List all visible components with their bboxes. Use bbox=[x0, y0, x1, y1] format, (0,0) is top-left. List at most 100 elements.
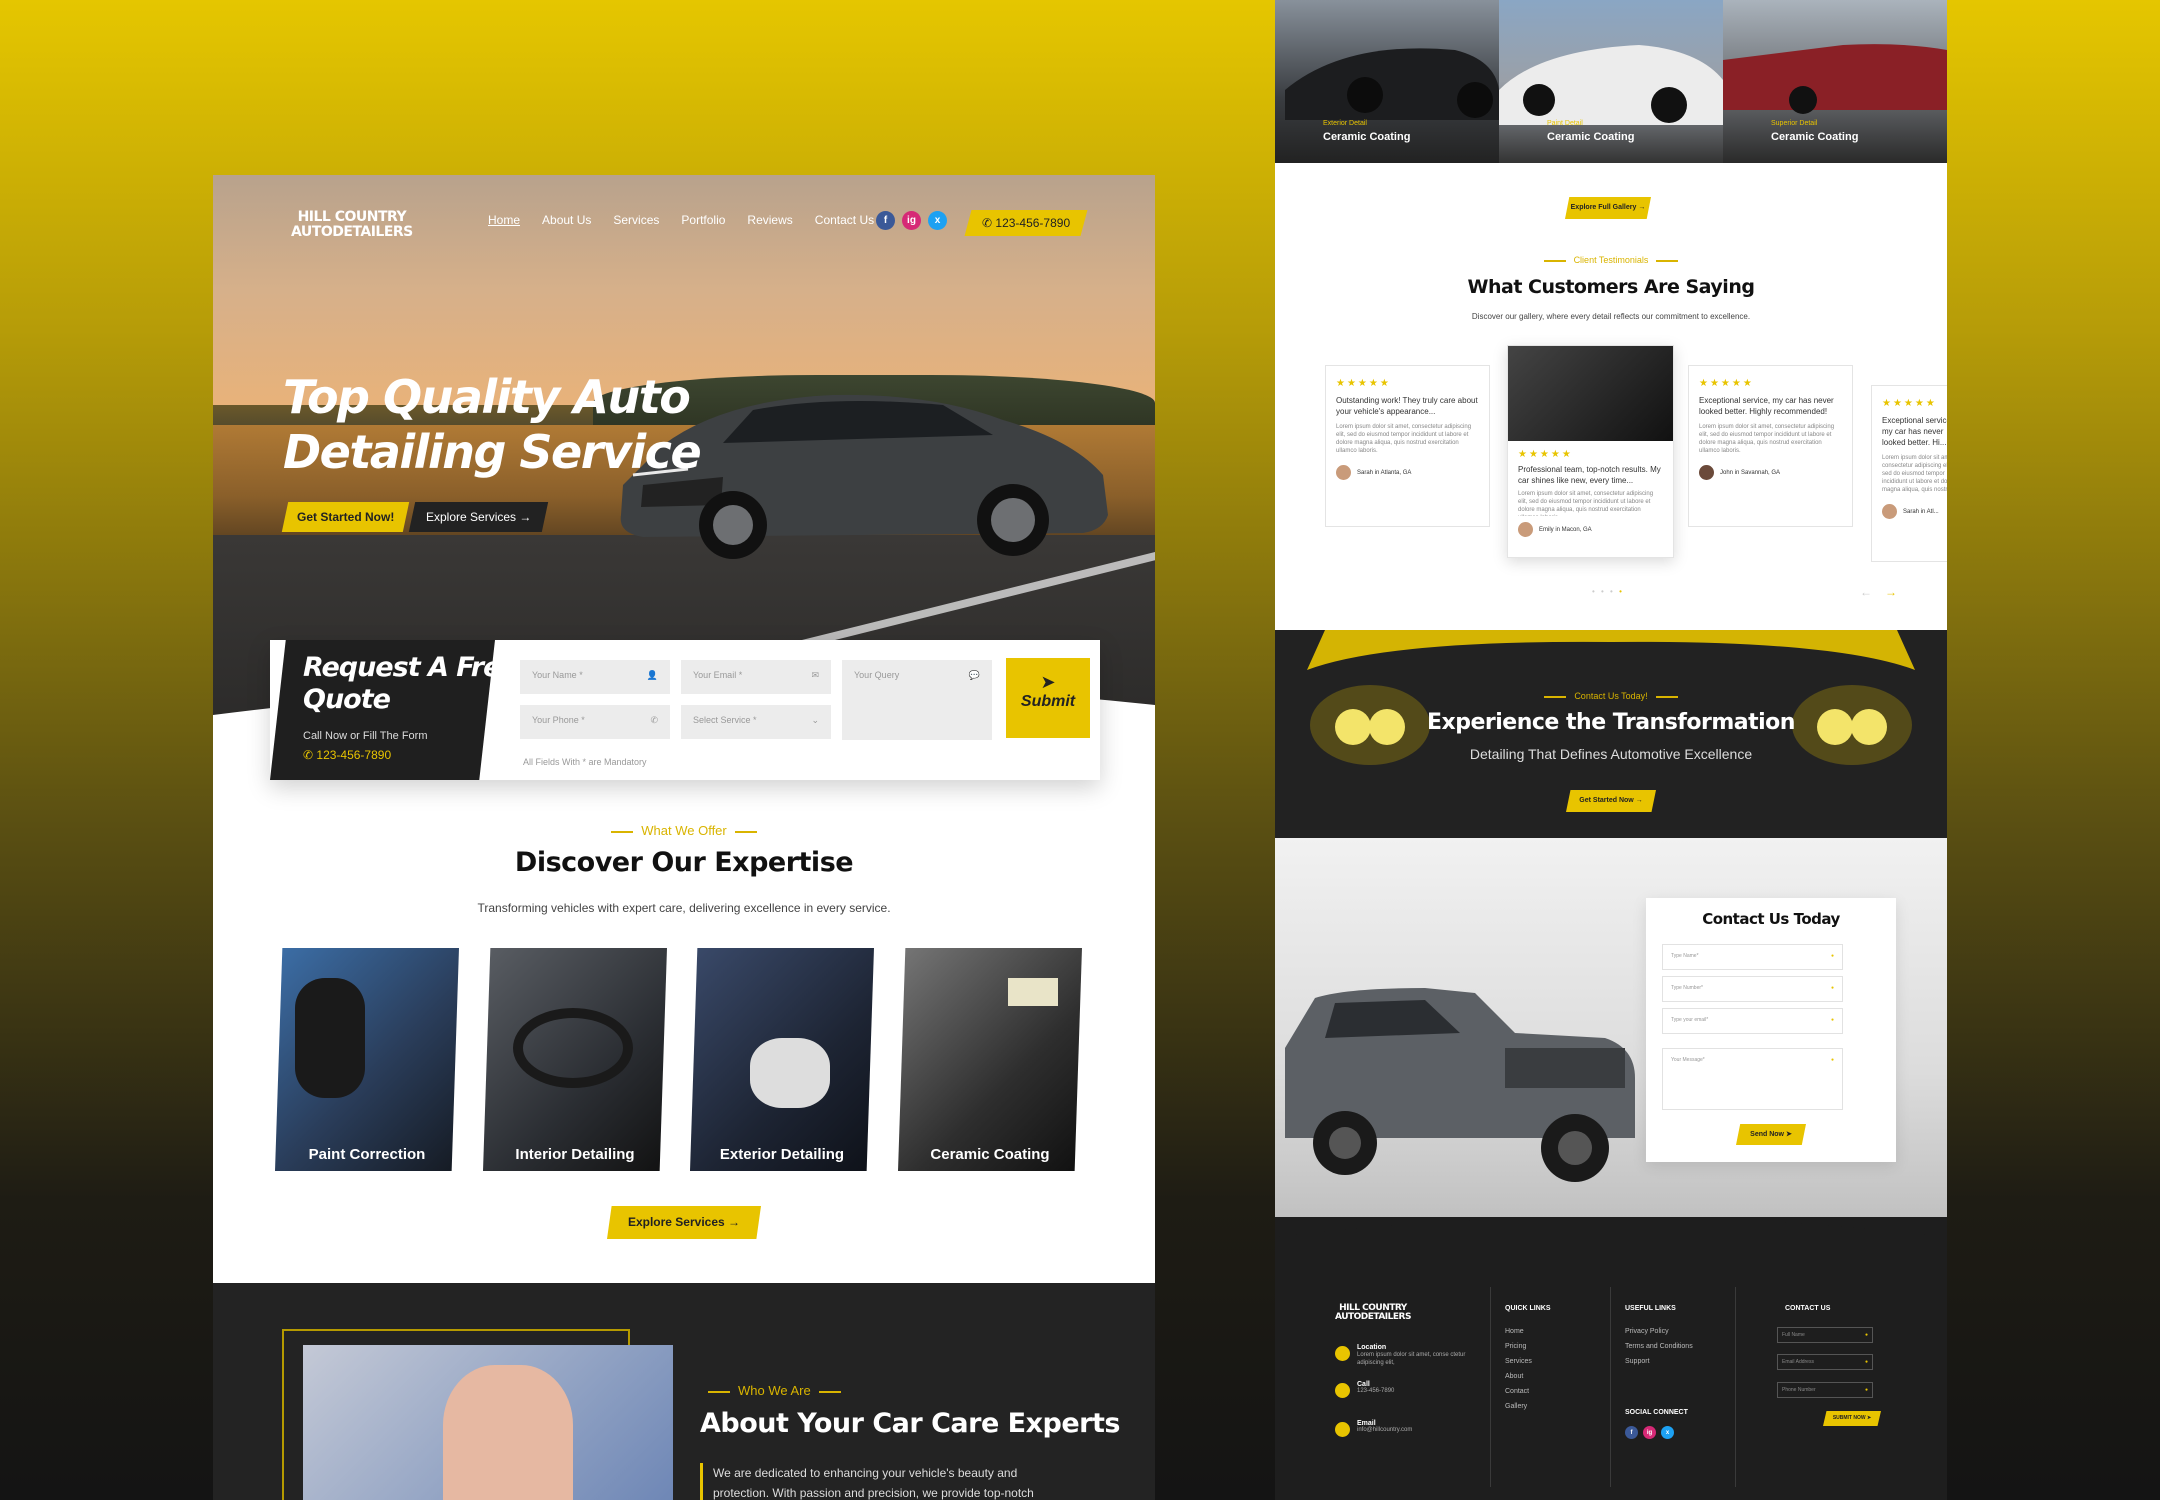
footer-link-privacy[interactable]: Privacy Policy bbox=[1625, 1324, 1693, 1339]
carousel-prev-icon[interactable]: ← bbox=[1860, 585, 1872, 599]
user-icon: ● bbox=[1830, 953, 1834, 959]
footer-link-services[interactable]: Services bbox=[1505, 1354, 1551, 1369]
explore-services-label: Explore Services bbox=[426, 510, 517, 524]
gallery-tag: Exterior Detail bbox=[1323, 120, 1367, 127]
footer-submit-button[interactable]: SUBMIT NOW ➤ bbox=[1823, 1411, 1881, 1426]
contact-email-input[interactable]: Type your email* ● bbox=[1662, 1008, 1843, 1034]
contact-title: Contact Us Today bbox=[1702, 910, 1840, 928]
services-title: Discover Our Expertise bbox=[514, 847, 854, 878]
mail-icon bbox=[1335, 1422, 1350, 1437]
footer-link-terms[interactable]: Terms and Conditions bbox=[1625, 1339, 1693, 1354]
gallery-title: Ceramic Coating bbox=[1771, 131, 1859, 143]
nav-about[interactable]: About Us bbox=[542, 213, 591, 227]
contact-message-input[interactable]: Your Message* ● bbox=[1662, 1048, 1843, 1110]
name-placeholder: Your Name * bbox=[532, 670, 583, 680]
gallery-item-3[interactable]: Superior Detail Ceramic Coating bbox=[1723, 0, 1947, 163]
instagram-icon[interactable]: ig bbox=[1643, 1426, 1656, 1439]
quote-submit-button[interactable]: ➤ Submit bbox=[1006, 658, 1090, 738]
service-card-ceramic-coating[interactable]: Ceramic Coating bbox=[898, 948, 1082, 1171]
footer-link-gallery[interactable]: Gallery bbox=[1505, 1399, 1551, 1414]
nav-home[interactable]: Home bbox=[488, 213, 520, 227]
footer-divider bbox=[1490, 1287, 1491, 1487]
gallery-tag: Paint Detail bbox=[1547, 120, 1583, 127]
service-card-label: Ceramic Coating bbox=[930, 1146, 1050, 1163]
send-now-button[interactable]: Send Now ➤ bbox=[1736, 1124, 1806, 1145]
facebook-icon[interactable]: f bbox=[876, 211, 895, 230]
email-text[interactable]: info@hillcountry.com bbox=[1357, 1427, 1412, 1433]
useful-links-title: USEFUL LINKS bbox=[1625, 1305, 1676, 1312]
brand-logo[interactable]: HILL COUNTRY AUTODETAILERS bbox=[291, 210, 413, 239]
location-label: Location bbox=[1357, 1344, 1387, 1351]
gray-pickup-truck-image bbox=[1285, 988, 1635, 1182]
contact-name-input[interactable]: Type Name* ● bbox=[1662, 944, 1843, 970]
services-eyebrow: What We Offer bbox=[213, 823, 1155, 838]
service-card-paint-correction[interactable]: Paint Correction bbox=[275, 948, 459, 1171]
rating-stars: ★★★★★ bbox=[1882, 398, 1937, 409]
testimonial-body: Lorem ipsum dolor sit amet, consectetur … bbox=[1882, 455, 1947, 493]
gallery-item-2[interactable]: Paint Detail Ceramic Coating bbox=[1499, 0, 1723, 163]
service-card-exterior-detailing[interactable]: Exterior Detailing bbox=[690, 948, 874, 1171]
footer-link-contact[interactable]: Contact bbox=[1505, 1384, 1551, 1399]
footer-email-input[interactable]: Email Address ● bbox=[1777, 1354, 1873, 1370]
quote-title-line1: Request A Free bbox=[303, 652, 519, 683]
quote-phone-input[interactable]: Your Phone * ✆ bbox=[520, 705, 670, 739]
testimonial-author: John in Savannah, GA bbox=[1720, 470, 1781, 477]
service-card-interior-detailing[interactable]: Interior Detailing bbox=[483, 948, 667, 1171]
quote-title: Request A Free Quote bbox=[303, 652, 519, 716]
explore-gallery-button[interactable]: Explore Full Gallery → bbox=[1565, 197, 1651, 219]
footer-link-home[interactable]: Home bbox=[1505, 1324, 1551, 1339]
instagram-icon[interactable]: ig bbox=[902, 211, 921, 230]
explore-services-button[interactable]: Explore Services → bbox=[607, 1206, 761, 1239]
footer-phone-input[interactable]: Phone Number ● bbox=[1777, 1382, 1873, 1398]
phone-icon: ✆ bbox=[650, 715, 658, 725]
phone-icon: ● bbox=[1864, 1387, 1868, 1393]
email-placeholder: Type your email* bbox=[1671, 1017, 1709, 1023]
email-address-placeholder: Email Address bbox=[1782, 1359, 1814, 1365]
phone-placeholder: Your Phone * bbox=[532, 715, 585, 725]
service-placeholder: Select Service * bbox=[693, 715, 757, 725]
cta-band: Contact Us Today! Experience the Transfo… bbox=[1275, 630, 1947, 838]
homepage-mockup-right: Exterior Detail Ceramic Coating Paint De… bbox=[1275, 0, 1947, 1500]
x-twitter-icon[interactable]: x bbox=[928, 211, 947, 230]
quote-email-input[interactable]: Your Email * ✉ bbox=[681, 660, 831, 694]
about-text: We are dedicated to enhancing your vehic… bbox=[700, 1463, 1034, 1500]
footer-submit-label: SUBMIT NOW bbox=[1832, 1415, 1866, 1421]
contact-number-input[interactable]: Type Number* ● bbox=[1662, 976, 1843, 1002]
testimonial-body: Lorem ipsum dolor sit amet, consectetur … bbox=[1699, 424, 1835, 454]
footer-link-about[interactable]: About bbox=[1505, 1369, 1551, 1384]
footer-call: Call 123-456-7890 bbox=[1335, 1381, 1394, 1398]
brand-line1: HILL COUNTRY bbox=[297, 209, 407, 225]
quote-service-select[interactable]: Select Service * ⌄ bbox=[681, 705, 831, 739]
facebook-icon[interactable]: f bbox=[1625, 1426, 1638, 1439]
carousel-next-icon[interactable]: → bbox=[1885, 585, 1897, 599]
nav-services[interactable]: Services bbox=[613, 213, 659, 227]
footer-link-pricing[interactable]: Pricing bbox=[1505, 1339, 1551, 1354]
nav-reviews[interactable]: Reviews bbox=[747, 213, 792, 227]
header-phone-number: 123-456-7890 bbox=[995, 216, 1071, 230]
footer-link-support[interactable]: Support bbox=[1625, 1354, 1693, 1369]
quote-subtitle: Call Now or Fill The Form bbox=[303, 730, 428, 742]
nav-contact[interactable]: Contact Us bbox=[815, 213, 874, 227]
phone-icon: ✆ bbox=[303, 748, 317, 762]
get-started-button[interactable]: Get Started Now! bbox=[281, 502, 410, 532]
cta-get-started-button[interactable]: Get Started Now → bbox=[1566, 790, 1656, 812]
carousel-dots[interactable]: • • • • bbox=[1592, 587, 1624, 596]
quote-query-input[interactable]: Your Query 💬 bbox=[842, 660, 992, 740]
quote-name-input[interactable]: Your Name * 👤 bbox=[520, 660, 670, 694]
quote-phone[interactable]: ✆ 123-456-7890 bbox=[303, 748, 391, 762]
testimonial-image bbox=[1508, 346, 1673, 441]
footer-logo[interactable]: HILL COUNTRY AUTODETAILERS bbox=[1335, 1303, 1411, 1323]
header-phone-button[interactable]: ✆ 123-456-7890 bbox=[964, 210, 1088, 236]
send-now-label: Send Now bbox=[1750, 1131, 1784, 1138]
x-twitter-icon[interactable]: x bbox=[1661, 1426, 1674, 1439]
explore-services-hero-button[interactable]: Explore Services → bbox=[409, 502, 549, 532]
footer-contact-title: CONTACT US bbox=[1785, 1305, 1831, 1312]
gallery-item-1[interactable]: Exterior Detail Ceramic Coating bbox=[1275, 0, 1499, 163]
rating-stars: ★★★★★ bbox=[1518, 449, 1573, 460]
call-text[interactable]: 123-456-7890 bbox=[1357, 1388, 1394, 1394]
quote-title-line2: Quote bbox=[303, 683, 391, 715]
footer-fullname-input[interactable]: Full Name ● bbox=[1777, 1327, 1873, 1343]
nav-portfolio[interactable]: Portfolio bbox=[681, 213, 725, 227]
submit-label: Submit bbox=[1020, 693, 1076, 710]
homepage-mockup-left: HILL COUNTRY AUTODETAILERS Home About Us… bbox=[213, 175, 1155, 1500]
